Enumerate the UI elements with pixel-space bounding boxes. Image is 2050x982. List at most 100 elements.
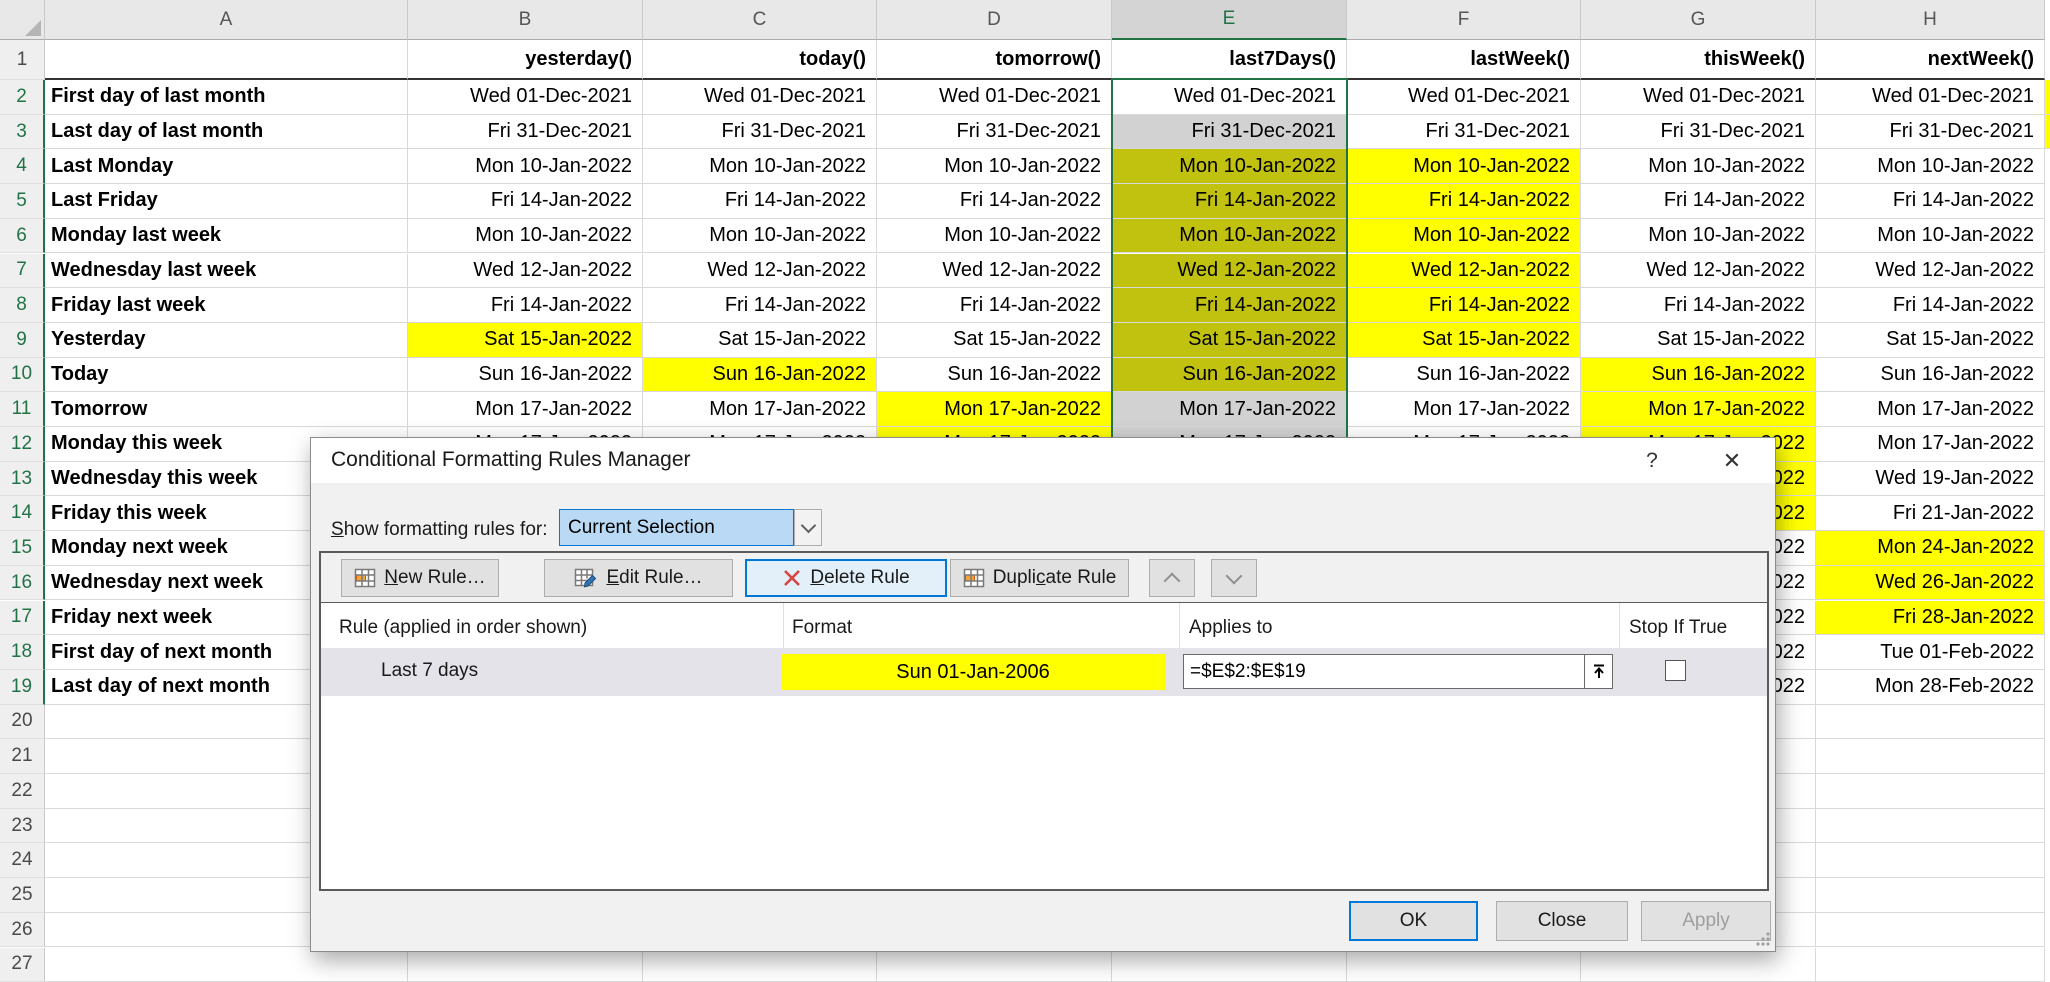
cell-D8[interactable]: Fri 14-Jan-2022 <box>877 288 1112 323</box>
cell-H1[interactable]: nextWeek() <box>1816 40 2045 80</box>
cell-H11[interactable]: Mon 17-Jan-2022 <box>1816 392 2045 427</box>
row-number-4[interactable]: 4 <box>0 149 45 184</box>
cell-A9[interactable]: Yesterday <box>45 323 408 358</box>
cell-H27[interactable] <box>1816 948 2045 982</box>
cell-A2[interactable]: First day of last month <box>45 80 408 115</box>
row-number-7[interactable]: 7 <box>0 254 45 289</box>
cell-right-edge-2[interactable] <box>2045 80 2050 115</box>
cell-F8[interactable]: Fri 14-Jan-2022 <box>1347 288 1581 323</box>
cell-H18[interactable]: Tue 01-Feb-2022 <box>1816 635 2045 670</box>
cell-D6[interactable]: Mon 10-Jan-2022 <box>877 219 1112 254</box>
row-number-10[interactable]: 10 <box>0 358 45 393</box>
cell-B7[interactable]: Wed 12-Jan-2022 <box>408 254 643 289</box>
combobox-dropdown-button[interactable] <box>794 509 822 546</box>
ok-button[interactable]: OK <box>1349 901 1478 941</box>
cell-F4[interactable]: Mon 10-Jan-2022 <box>1347 149 1581 184</box>
column-header-E[interactable]: E <box>1112 0 1347 40</box>
cell-C6[interactable]: Mon 10-Jan-2022 <box>643 219 877 254</box>
row-number-27[interactable]: 27 <box>0 948 45 982</box>
cell-E11[interactable]: Mon 17-Jan-2022 <box>1112 392 1347 427</box>
column-header-A[interactable]: A <box>45 0 408 40</box>
cell-F3[interactable]: Fri 31-Dec-2021 <box>1347 115 1581 150</box>
cell-F5[interactable]: Fri 14-Jan-2022 <box>1347 184 1581 219</box>
dialog-titlebar[interactable]: Conditional Formatting Rules Manager ? ✕ <box>311 438 1775 483</box>
delete-rule-button[interactable]: Delete Rule <box>745 559 947 597</box>
row-number-26[interactable]: 26 <box>0 913 45 948</box>
cell-H13[interactable]: Wed 19-Jan-2022 <box>1816 462 2045 497</box>
cell-D27[interactable] <box>877 948 1112 982</box>
cell-D9[interactable]: Sat 15-Jan-2022 <box>877 323 1112 358</box>
cell-E2[interactable]: Wed 01-Dec-2021 <box>1112 80 1347 115</box>
cell-A11[interactable]: Tomorrow <box>45 392 408 427</box>
cell-G1[interactable]: thisWeek() <box>1581 40 1816 80</box>
cell-B27[interactable] <box>408 948 643 982</box>
column-header-F[interactable]: F <box>1347 0 1581 40</box>
column-header-H[interactable]: H <box>1816 0 2045 40</box>
cell-A3[interactable]: Last day of last month <box>45 115 408 150</box>
cell-D10[interactable]: Sun 16-Jan-2022 <box>877 358 1112 393</box>
cell-C27[interactable] <box>643 948 877 982</box>
close-button[interactable]: Close <box>1496 901 1628 941</box>
cell-right-edge-3[interactable] <box>2045 115 2050 150</box>
cell-G6[interactable]: Mon 10-Jan-2022 <box>1581 219 1816 254</box>
cell-D1[interactable]: tomorrow() <box>877 40 1112 80</box>
cell-B11[interactable]: Mon 17-Jan-2022 <box>408 392 643 427</box>
cell-H23[interactable] <box>1816 809 2045 844</box>
move-rule-up-button[interactable] <box>1149 559 1195 597</box>
column-header-G[interactable]: G <box>1581 0 1816 40</box>
cell-F1[interactable]: lastWeek() <box>1347 40 1581 80</box>
cell-B1[interactable]: yesterday() <box>408 40 643 80</box>
cell-H4[interactable]: Mon 10-Jan-2022 <box>1816 149 2045 184</box>
cell-G10[interactable]: Sun 16-Jan-2022 <box>1581 358 1816 393</box>
cell-F2[interactable]: Wed 01-Dec-2021 <box>1347 80 1581 115</box>
cell-G8[interactable]: Fri 14-Jan-2022 <box>1581 288 1816 323</box>
row-number-6[interactable]: 6 <box>0 219 45 254</box>
cell-A5[interactable]: Last Friday <box>45 184 408 219</box>
cell-E9[interactable]: Sat 15-Jan-2022 <box>1112 323 1347 358</box>
cell-F10[interactable]: Sun 16-Jan-2022 <box>1347 358 1581 393</box>
cell-F11[interactable]: Mon 17-Jan-2022 <box>1347 392 1581 427</box>
cell-E8[interactable]: Fri 14-Jan-2022 <box>1112 288 1347 323</box>
cell-H19[interactable]: Mon 28-Feb-2022 <box>1816 670 2045 705</box>
row-number-19[interactable]: 19 <box>0 670 45 705</box>
cell-A10[interactable]: Today <box>45 358 408 393</box>
cell-B2[interactable]: Wed 01-Dec-2021 <box>408 80 643 115</box>
rule-row[interactable]: Last 7 days Sun 01-Jan-2006 <box>321 648 1767 696</box>
cell-G11[interactable]: Mon 17-Jan-2022 <box>1581 392 1816 427</box>
row-number-12[interactable]: 12 <box>0 427 45 462</box>
move-rule-down-button[interactable] <box>1211 559 1257 597</box>
cell-H14[interactable]: Fri 21-Jan-2022 <box>1816 496 2045 531</box>
row-number-16[interactable]: 16 <box>0 566 45 601</box>
cell-C10[interactable]: Sun 16-Jan-2022 <box>643 358 877 393</box>
row-number-13[interactable]: 13 <box>0 462 45 497</box>
applies-to-input[interactable] <box>1183 654 1585 689</box>
cell-H22[interactable] <box>1816 774 2045 809</box>
cell-C5[interactable]: Fri 14-Jan-2022 <box>643 184 877 219</box>
row-number-18[interactable]: 18 <box>0 635 45 670</box>
cell-H24[interactable] <box>1816 843 2045 878</box>
cell-H10[interactable]: Sun 16-Jan-2022 <box>1816 358 2045 393</box>
column-header-B[interactable]: B <box>408 0 643 40</box>
cell-G9[interactable]: Sat 15-Jan-2022 <box>1581 323 1816 358</box>
resize-grip[interactable] <box>1755 931 1771 947</box>
cell-H8[interactable]: Fri 14-Jan-2022 <box>1816 288 2045 323</box>
cell-B3[interactable]: Fri 31-Dec-2021 <box>408 115 643 150</box>
row-number-14[interactable]: 14 <box>0 496 45 531</box>
cell-H9[interactable]: Sat 15-Jan-2022 <box>1816 323 2045 358</box>
cell-E5[interactable]: Fri 14-Jan-2022 <box>1112 184 1347 219</box>
cell-G7[interactable]: Wed 12-Jan-2022 <box>1581 254 1816 289</box>
cell-B5[interactable]: Fri 14-Jan-2022 <box>408 184 643 219</box>
help-button[interactable]: ? <box>1633 444 1671 477</box>
cell-H7[interactable]: Wed 12-Jan-2022 <box>1816 254 2045 289</box>
cell-C11[interactable]: Mon 17-Jan-2022 <box>643 392 877 427</box>
cell-A6[interactable]: Monday last week <box>45 219 408 254</box>
new-rule-button[interactable]: New Rule… <box>341 559 499 597</box>
cell-H16[interactable]: Wed 26-Jan-2022 <box>1816 566 2045 601</box>
cell-B6[interactable]: Mon 10-Jan-2022 <box>408 219 643 254</box>
cell-H5[interactable]: Fri 14-Jan-2022 <box>1816 184 2045 219</box>
cell-G27[interactable] <box>1581 948 1816 982</box>
cell-H3[interactable]: Fri 31-Dec-2021 <box>1816 115 2045 150</box>
cell-E6[interactable]: Mon 10-Jan-2022 <box>1112 219 1347 254</box>
cell-D3[interactable]: Fri 31-Dec-2021 <box>877 115 1112 150</box>
cell-G4[interactable]: Mon 10-Jan-2022 <box>1581 149 1816 184</box>
